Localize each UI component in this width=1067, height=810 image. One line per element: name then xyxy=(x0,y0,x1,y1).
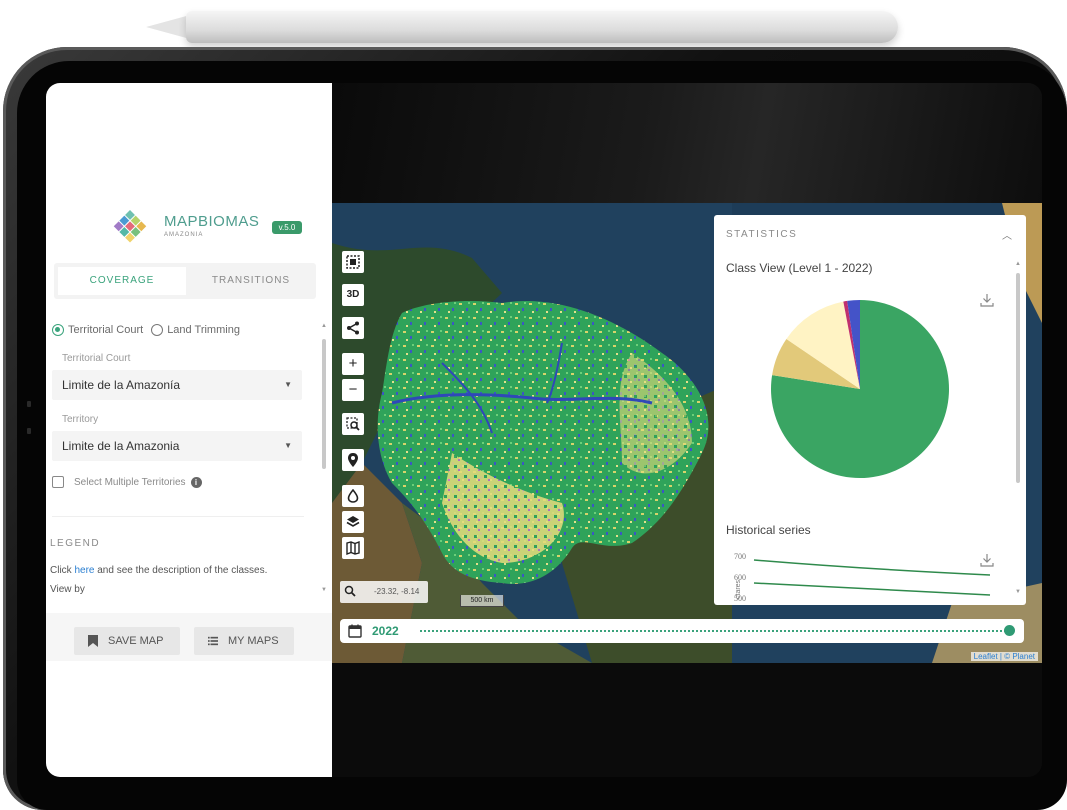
version-badge: v.5.0 xyxy=(272,221,302,234)
map-icon xyxy=(346,541,360,555)
zoom-to-area-button[interactable] xyxy=(342,413,364,435)
save-map-button[interactable]: SAVE MAP xyxy=(74,627,180,655)
basemap-button[interactable] xyxy=(342,537,364,559)
territory-value: Limite de la Amazonia xyxy=(62,439,180,453)
map-scale-bar: 500 km xyxy=(460,595,504,607)
series-line xyxy=(753,582,991,596)
view-by-label: View by xyxy=(50,584,85,595)
territorial-court-select[interactable]: Limite de la Amazonía ▼ xyxy=(52,370,302,400)
territory-label: Territory xyxy=(62,414,99,425)
timeline-track[interactable] xyxy=(420,630,1010,632)
scroll-up-icon[interactable]: ▲ xyxy=(1015,261,1021,267)
dropdown-arrow-icon: ▼ xyxy=(284,441,292,450)
chevron-up-icon: ︿ xyxy=(1002,231,1012,242)
legend-here-link[interactable]: here xyxy=(74,565,94,576)
stylus-pencil xyxy=(186,11,898,43)
share-button[interactable] xyxy=(342,317,364,339)
sidebar-panel: MAPBIOMAS AMAZONIA v.5.0 COVERAGE TRANSI… xyxy=(46,83,332,777)
search-icon xyxy=(344,585,356,597)
year-timeline[interactable]: 2022 xyxy=(340,619,1024,643)
scrollbar-thumb[interactable] xyxy=(1016,273,1020,483)
my-maps-label: MY MAPS xyxy=(228,635,279,647)
land-trimming-radio-label[interactable]: Land Trimming xyxy=(167,324,240,336)
save-map-label: SAVE MAP xyxy=(108,635,164,647)
marker-button[interactable] xyxy=(342,449,364,471)
y-tick-label: 700 xyxy=(734,552,746,561)
photo-stage: MAPBIOMAS AMAZONIA v.5.0 COVERAGE TRANSI… xyxy=(0,0,1067,810)
app-logo-text: MAPBIOMAS xyxy=(164,213,260,230)
timeline-handle[interactable] xyxy=(1004,625,1015,636)
legend-title: LEGEND xyxy=(50,538,101,549)
water-drop-icon xyxy=(347,489,359,503)
calendar-icon xyxy=(348,624,362,638)
list-icon xyxy=(208,636,218,646)
map-attribution[interactable]: Leaflet | © Planet xyxy=(970,652,1038,661)
selected-year: 2022 xyxy=(372,624,399,638)
statistics-scrollbar[interactable]: ▲ ▼ xyxy=(1015,261,1021,601)
share-icon xyxy=(347,321,359,335)
sidebar-action-bar: SAVE MAP MY MAPS xyxy=(46,613,332,661)
tab-coverage[interactable]: COVERAGE xyxy=(58,267,186,295)
legend-text-before: Click xyxy=(50,565,75,576)
zoom-area-icon xyxy=(346,417,360,431)
collapse-panel-button[interactable]: ︿ xyxy=(1002,227,1012,242)
multi-territory-checkbox[interactable] xyxy=(52,476,64,488)
series-line xyxy=(753,559,991,576)
historical-series-title: Historical series xyxy=(726,523,811,537)
3d-view-button[interactable]: 3D xyxy=(342,284,364,306)
screen-dark-area xyxy=(332,663,1042,777)
statistics-title: STATISTICS xyxy=(726,229,798,240)
frame-select-icon xyxy=(346,255,360,269)
zoom-out-button[interactable]: − xyxy=(342,379,364,401)
minus-icon: − xyxy=(348,381,358,398)
select-area-button[interactable] xyxy=(342,251,364,273)
app-logo-subtitle: AMAZONIA xyxy=(164,232,204,238)
territory-select[interactable]: Limite de la Amazonia ▼ xyxy=(52,431,302,461)
app-logo[interactable]: MAPBIOMAS AMAZONIA v.5.0 xyxy=(106,208,306,248)
cut-mode-radio-group: Territorial Court Land Trimming xyxy=(52,321,248,339)
plus-icon: + xyxy=(348,355,358,372)
historical-series-chart: 700 600 500 ctares xyxy=(734,552,991,603)
territorial-court-radio[interactable] xyxy=(52,324,64,336)
territorial-court-label: Territorial Court xyxy=(62,353,131,364)
coordinates-readout: -23.32, -8.14 xyxy=(374,587,420,596)
layers-button[interactable] xyxy=(342,511,364,533)
download-icon[interactable] xyxy=(980,293,994,307)
section-divider xyxy=(52,516,304,517)
pencil-tip xyxy=(146,15,190,39)
legend-text-after: and see the description of the classes. xyxy=(94,565,268,576)
map-pin-icon xyxy=(348,453,358,467)
y-axis-label: ctares xyxy=(735,579,742,599)
layers-icon xyxy=(346,516,360,527)
land-trimming-radio[interactable] xyxy=(151,324,164,336)
zoom-in-button[interactable]: + xyxy=(342,353,364,375)
scrollbar-thumb[interactable] xyxy=(322,339,326,469)
tablet-side-dot xyxy=(27,428,31,434)
bookmark-icon xyxy=(88,635,98,647)
opacity-button[interactable] xyxy=(342,485,364,507)
tab-bar: COVERAGE TRANSITIONS xyxy=(54,263,316,299)
map-view[interactable]: 3D + − -23.32, -8.14 500 km 2022 STATIST… xyxy=(332,203,1042,663)
statistics-panel: STATISTICS ︿ Class View (Level 1 - 2022)… xyxy=(714,215,1026,605)
territorial-court-value: Limite de la Amazonía xyxy=(62,378,181,392)
my-maps-button[interactable]: MY MAPS xyxy=(194,627,294,655)
sidebar-scrollbar[interactable]: ▲ ▼ xyxy=(321,323,327,593)
dropdown-arrow-icon: ▼ xyxy=(284,380,292,389)
legend-description: Click here and see the description of th… xyxy=(50,565,267,576)
scroll-down-icon[interactable]: ▼ xyxy=(321,587,327,593)
multi-territory-label[interactable]: Select Multiple Territories xyxy=(74,477,186,488)
multi-territory-option: Select Multiple Territories i xyxy=(52,476,202,488)
class-view-pie-chart xyxy=(771,300,950,478)
tablet-side-dot xyxy=(27,401,31,407)
territorial-court-radio-label[interactable]: Territorial Court xyxy=(68,324,143,336)
screen-dark-area xyxy=(332,83,1042,203)
class-view-title: Class View (Level 1 - 2022) xyxy=(726,261,873,275)
tablet-screen: MAPBIOMAS AMAZONIA v.5.0 COVERAGE TRANSI… xyxy=(46,83,1042,777)
map-search-box[interactable]: -23.32, -8.14 xyxy=(340,581,428,603)
info-icon[interactable]: i xyxy=(190,476,202,488)
scroll-down-icon[interactable]: ▼ xyxy=(1015,589,1021,595)
tab-transitions[interactable]: TRANSITIONS xyxy=(190,267,312,295)
scroll-up-icon[interactable]: ▲ xyxy=(321,323,327,329)
mapbiomas-logo-icon xyxy=(113,210,147,243)
